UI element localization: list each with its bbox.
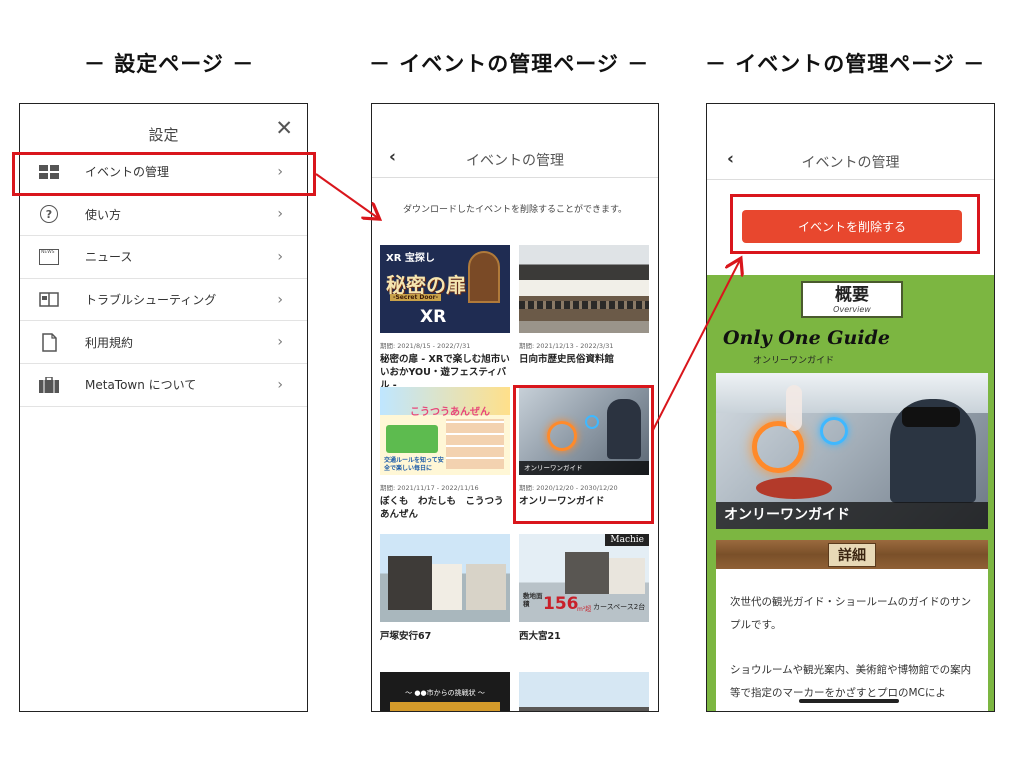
event-title: ぼくも わたしも こうつうあんぜん [380, 496, 504, 520]
event-card[interactable]: Machie 敷地面積 156 m²超 カースペース2台 西大宮21 [519, 534, 649, 644]
overview-title: 概要 [835, 285, 869, 305]
thumb-brand: Machie [605, 534, 649, 546]
details-label: 詳細 [828, 542, 876, 567]
thumb-text: 交通ルールを知って安全で楽しい毎日に [384, 457, 444, 472]
hologram-ring [820, 417, 848, 445]
divider [707, 179, 994, 180]
menu-item-terms[interactable]: 利用規約 › [20, 321, 307, 364]
details-header: 詳細 [716, 540, 988, 569]
event-period: 期間: 2021/11/17 - 2022/11/16 [380, 484, 479, 492]
event-card[interactable]: こうつうあんぜん 交通ルールを知って安全で楽しい毎日に 期間: 2021/11/… [380, 387, 510, 522]
headset [902, 407, 960, 427]
house-illustration [609, 558, 645, 594]
menu-item-label: トラブルシューティング [85, 293, 217, 308]
close-icon[interactable]: ✕ [275, 118, 293, 139]
document-icon [39, 332, 59, 352]
event-card[interactable]: 戸塚安行67 [380, 534, 510, 644]
guide-title-en: Only One Guide [723, 327, 890, 349]
event-detail-screen: ‹ イベントの管理 イベントを削除する 概要 Overview Only One… [706, 103, 995, 712]
event-thumbnail-challenge: ～ ●●市からの挑戦状 ～ [380, 672, 510, 711]
event-thumbnail-house [380, 534, 510, 622]
event-card[interactable] [519, 672, 649, 711]
chevron-right-icon: › [277, 291, 283, 308]
event-management-title: イベントの管理 [801, 155, 900, 171]
arrow-settings-to-events [315, 173, 378, 218]
house-illustration [388, 556, 432, 610]
highlight-event-management-menu [12, 152, 316, 196]
thumb-banner [390, 702, 500, 711]
briefcase-icon [39, 376, 59, 394]
event-title: 西大宮21 [519, 631, 561, 642]
menu-item-how-to-use[interactable]: ? 使い方 › [20, 194, 307, 237]
event-card[interactable]: ～ ●●市からの挑戦状 ～ [380, 672, 510, 711]
scrollbar[interactable] [799, 699, 899, 703]
event-thumbnail-traffic-safety: こうつうあんぜん 交通ルールを知って安全で楽しい毎日に [380, 387, 510, 475]
tablet-illustration [386, 425, 438, 453]
chevron-right-icon: › [277, 248, 283, 265]
event-title: 戸塚安行67 [380, 631, 432, 642]
thumb-area-value: 156 [543, 594, 579, 614]
thumb-text: ～ ●●市からの挑戦状 ～ [405, 689, 485, 697]
menu-item-news[interactable]: NEWS ニュース › [20, 236, 307, 279]
guide-title-jp: オンリーワンガイド [753, 356, 835, 366]
character-grid [446, 419, 504, 469]
door-illustration [468, 251, 500, 303]
heading-event-management-page-2: － イベントの管理ページ － [705, 52, 986, 76]
event-period: 期間: 2021/12/13 - 2022/3/31 [519, 342, 614, 350]
thumb-text: -Secret Door- [390, 294, 442, 301]
menu-item-label: 使い方 [85, 207, 122, 222]
heading-event-management-page: － イベントの管理ページ － [369, 52, 650, 76]
hologram-guide [786, 385, 802, 431]
event-card[interactable]: XR 宝探し 秘密の扉 -Secret Door- XR 期間: 2021/8/… [380, 245, 510, 392]
highlight-only-one-guide [513, 385, 654, 524]
event-thumbnail-house [519, 672, 649, 711]
news-icon: NEWS [39, 248, 59, 266]
thumb-text: こうつうあんぜん [410, 407, 490, 418]
chevron-right-icon: › [277, 206, 283, 223]
news-glyph: NEWS [39, 248, 59, 265]
menu-item-label: 利用規約 [85, 335, 134, 350]
help-circle-icon: ? [39, 205, 59, 224]
event-management-screen: ‹ イベントの管理 ダウンロードしたイベントを削除することができます。 XR 宝… [371, 103, 659, 712]
overview-subtitle: Overview [833, 305, 871, 314]
menu-item-troubleshooting[interactable]: トラブルシューティング › [20, 279, 307, 322]
thumb-text: m²超 [577, 606, 592, 613]
event-management-description: ダウンロードしたイベントを削除することができます。 [402, 205, 628, 215]
hero-caption: オンリーワンガイド [716, 502, 988, 529]
event-thumbnail-house-machie: Machie 敷地面積 156 m²超 カースペース2台 [519, 534, 649, 622]
house-illustration [565, 552, 609, 594]
event-thumbnail-history-museum [519, 245, 649, 333]
pedestal [756, 477, 832, 499]
house-illustration [466, 564, 506, 610]
event-period: 期間: 2021/8/15 - 2022/7/31 [380, 342, 471, 350]
street [519, 320, 649, 333]
building-lattice [519, 301, 649, 310]
chevron-right-icon: › [277, 376, 283, 393]
event-description: 次世代の観光ガイド・ショールームのガイドのサンプルです。 ショウルームや観光案内… [716, 569, 988, 711]
event-title: 日向市歴史民俗資料館 [519, 354, 615, 365]
menu-item-label: MetaTown について [85, 378, 197, 393]
event-management-title: イベントの管理 [466, 153, 564, 169]
divider [372, 177, 658, 178]
hero-image: オンリーワンガイド [716, 373, 988, 529]
thumb-text: 敷地面積 [523, 592, 543, 608]
book-icon [39, 291, 59, 309]
heading-settings-page: － 設定ページ － [84, 52, 255, 76]
chevron-right-icon: › [277, 334, 283, 351]
overview-badge: 概要 Overview [801, 281, 903, 318]
description-paragraph: 次世代の観光ガイド・ショールームのガイドのサンプルです。 [730, 596, 972, 631]
house-illustration [432, 564, 462, 610]
thumb-text: カースペース2台 [593, 603, 646, 611]
help-glyph: ? [40, 205, 58, 224]
settings-title: 設定 [148, 126, 179, 144]
event-thumbnail-secret-door: XR 宝探し 秘密の扉 -Secret Door- XR [380, 245, 510, 333]
menu-item-label: ニュース [85, 250, 133, 265]
event-card[interactable]: 期間: 2021/12/13 - 2022/3/31 日向市歴史民俗資料館 [519, 245, 649, 367]
thumb-text: XR 宝探し [386, 253, 435, 264]
highlight-delete-button [730, 194, 980, 254]
menu-item-about[interactable]: MetaTown について › [20, 364, 307, 407]
thumb-text: XR [420, 307, 447, 327]
